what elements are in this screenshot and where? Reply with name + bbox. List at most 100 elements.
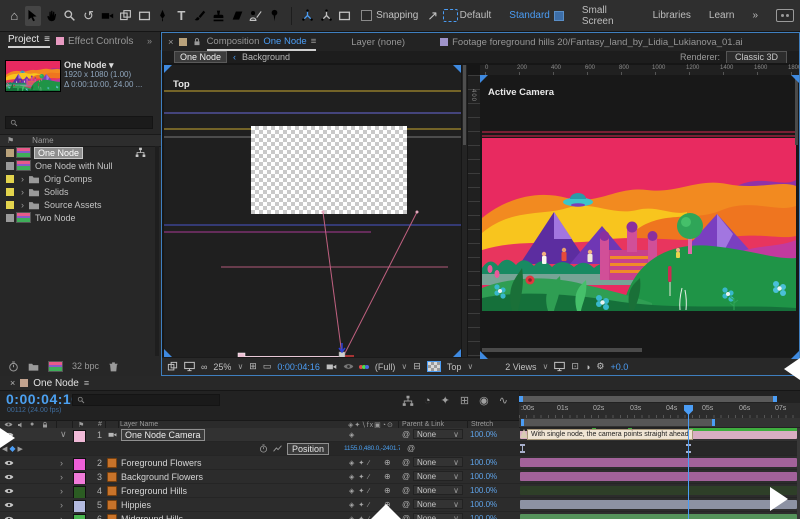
panel-menu-icon[interactable]: ≡ — [84, 378, 89, 388]
work-area-start-handle[interactable] — [521, 419, 524, 426]
exposure-gear-icon[interactable]: ⚙ — [596, 361, 604, 372]
stretch-value[interactable]: 100.0% — [470, 498, 497, 511]
renderer-button[interactable]: Classic 3D — [726, 51, 787, 64]
name-column-header[interactable]: Name — [32, 136, 53, 145]
stopwatch-icon[interactable] — [259, 442, 268, 455]
workspace-learn[interactable]: Learn — [709, 10, 735, 21]
property-track[interactable] — [520, 442, 797, 455]
top-viewport[interactable]: Top — [164, 65, 461, 357]
time-ruler[interactable]: :00s 01s 02s 03s 04s 05s 06s 07s — [519, 403, 800, 419]
parent-dropdown[interactable]: None∨ — [413, 499, 463, 509]
resolution-dropdown-icon[interactable]: ∨ — [401, 362, 407, 371]
workspace-libraries[interactable]: Libraries — [653, 10, 691, 21]
stretch-value[interactable]: 100.0% — [470, 428, 497, 441]
viewport-hscrollbar[interactable] — [482, 348, 642, 352]
region-of-interest-icon[interactable]: ▭ — [263, 361, 272, 372]
layer-row[interactable]: ∨ 1 One Node Camera ◈ @ None∨ 100.0% Wit… — [0, 428, 800, 442]
layer-name[interactable]: Foreground Flowers — [121, 456, 202, 469]
eye-icon[interactable] — [4, 470, 14, 483]
3d-switch-icon[interactable]: ⊕ — [384, 470, 391, 483]
tab-layer[interactable]: Layer (none) — [351, 37, 405, 48]
viewport-vscrollbar[interactable] — [795, 75, 798, 145]
project-item-name[interactable]: Two Node — [35, 213, 76, 223]
label-chip[interactable] — [6, 162, 14, 170]
layer-track[interactable] — [520, 484, 797, 497]
expand-arrow-icon[interactable]: › — [18, 174, 27, 184]
hand-tool-icon[interactable] — [43, 6, 60, 26]
layer-duration-bar[interactable] — [520, 486, 797, 495]
layer-track[interactable] — [520, 498, 797, 511]
exposure-value[interactable]: +0.0 — [610, 362, 628, 372]
pickwhip-icon[interactable]: @ — [402, 470, 410, 483]
viewport-vertical-scrollbar[interactable] — [462, 65, 467, 357]
label-chip[interactable] — [6, 175, 14, 183]
list-item[interactable]: Two Node — [0, 211, 154, 224]
roto-brush-tool-icon[interactable] — [247, 6, 264, 26]
layer-duration-bar[interactable] — [520, 472, 797, 481]
overlay-arrow-right[interactable] — [770, 487, 788, 511]
project-item-name[interactable]: Orig Comps — [44, 174, 92, 184]
layer-switches[interactable]: ◈ ✦ ∕ — [349, 470, 370, 483]
interpret-footage-icon[interactable] — [8, 361, 19, 372]
tab-timeline-comp[interactable]: One Node — [33, 378, 79, 389]
timeline-navigator-bar[interactable] — [519, 396, 777, 402]
project-item-name[interactable]: Source Assets — [44, 200, 102, 210]
3d-switch-icon[interactable]: ⊕ — [384, 484, 391, 497]
stretch-value[interactable]: 100.0% — [470, 470, 497, 483]
panel-menu-icon[interactable]: ≡ — [44, 34, 50, 45]
eye-icon[interactable] — [4, 512, 14, 519]
rotate-tool-icon[interactable]: ↺ — [80, 6, 97, 26]
layer-duration-bar[interactable] — [520, 514, 797, 519]
layer-duration-bar[interactable] — [520, 458, 797, 467]
close-icon[interactable]: × — [10, 378, 15, 388]
eye-icon[interactable] — [4, 498, 14, 511]
active-camera-viewport[interactable]: Active Camera — [480, 75, 799, 359]
brush-tool-icon[interactable] — [192, 6, 209, 26]
share-view-icon[interactable] — [554, 361, 565, 372]
eye-icon[interactable] — [4, 484, 14, 497]
layer-switches[interactable]: ◈ ✦ ∕ — [349, 512, 370, 519]
pickwhip-icon[interactable]: @ — [402, 456, 410, 469]
home-icon[interactable]: ⌂ — [6, 6, 23, 26]
primary-viewer-icon[interactable] — [184, 361, 195, 372]
transparency-grid-icon[interactable] — [427, 361, 441, 372]
type-tool-icon[interactable]: T — [173, 6, 190, 26]
new-composition-icon[interactable] — [48, 361, 63, 372]
overlay-arrow-bottom[interactable] — [371, 504, 401, 519]
playhead-line[interactable] — [688, 405, 689, 519]
tab-effect-controls[interactable]: Effect Controls — [56, 36, 133, 47]
layer-row[interactable]: › 4 Foreground Hills ◈ ✦ ∕ ⊕ @ None∨ 100… — [0, 484, 800, 498]
project-item-name[interactable]: One Node with Null — [35, 161, 113, 171]
solo-column-icon[interactable]: ● — [30, 421, 34, 428]
expand-arrow-icon[interactable]: › — [60, 512, 63, 519]
layer-track[interactable] — [520, 512, 797, 519]
view-menu-dropdown-icon[interactable]: ∨ — [467, 362, 473, 371]
layer-duration-bar[interactable] — [520, 500, 797, 509]
zoom-tool-icon[interactable] — [62, 6, 79, 26]
parent-dropdown[interactable]: None∨ — [413, 429, 463, 439]
label-chip[interactable] — [6, 149, 14, 157]
project-item-name[interactable]: Solids — [44, 187, 69, 197]
close-icon[interactable]: × — [168, 37, 174, 48]
project-item-name[interactable]: One Node — [35, 148, 82, 158]
3d-switch-icon[interactable]: ⊕ — [384, 456, 391, 469]
pickwhip-icon[interactable]: @ — [407, 442, 415, 455]
graph-editor-icon[interactable]: ∿ — [499, 394, 508, 407]
color-depth-label[interactable]: 32 bpc — [72, 361, 99, 371]
expand-arrow-icon[interactable]: › — [60, 498, 63, 511]
preview-timecode[interactable]: 0:00:04:16 — [277, 362, 320, 372]
tabs-overflow-icon[interactable]: » — [147, 36, 152, 46]
trash-icon[interactable] — [108, 361, 119, 372]
resolution-value[interactable]: (Full) — [375, 362, 396, 372]
parent-link-column-header[interactable]: Parent & Link — [402, 421, 444, 428]
layer-switches[interactable]: ◈ ✦ ∕ — [349, 456, 370, 469]
layer-track[interactable] — [520, 470, 797, 483]
pickwhip-icon[interactable]: @ — [402, 498, 410, 511]
always-preview-icon[interactable] — [167, 361, 178, 372]
magnification-dropdown-icon[interactable]: ∨ — [237, 362, 243, 371]
workspace-small-screen[interactable]: Small Screen — [582, 5, 635, 27]
list-item[interactable]: › Orig Comps — [0, 172, 154, 185]
lock-icon[interactable] — [192, 37, 202, 47]
label-column-icon[interactable]: ⚑ — [7, 136, 14, 145]
pickwhip-icon[interactable]: @ — [402, 484, 410, 497]
